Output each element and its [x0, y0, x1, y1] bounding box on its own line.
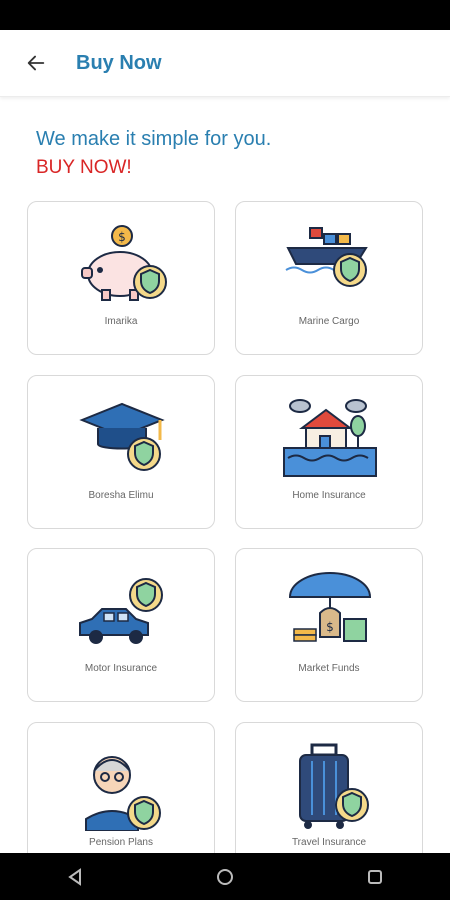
product-card-market-funds[interactable]: $ Market Funds — [235, 548, 423, 702]
svg-text:$: $ — [326, 620, 334, 634]
svg-text:$: $ — [118, 230, 126, 244]
nav-home-button[interactable] — [205, 857, 245, 897]
cargo-ship-shield-icon — [285, 227, 368, 287]
elderly-man-shield-icon — [85, 756, 161, 831]
product-label: Market Funds — [298, 663, 360, 674]
product-card-boresha-elimu[interactable]: Boresha Elimu — [27, 375, 215, 529]
piggy-bank-shield-icon: $ — [81, 225, 167, 301]
product-label: Pension Plans — [89, 837, 153, 848]
graduation-cap-shield-icon — [79, 402, 165, 471]
product-label: Marine Cargo — [298, 316, 360, 327]
product-label: Boresha Elimu — [88, 490, 154, 501]
product-card-home-insurance[interactable]: Home Insurance — [235, 375, 423, 529]
product-card-imarika[interactable]: $ Imarika — [27, 201, 215, 355]
product-label: Travel Insurance — [291, 837, 367, 848]
nav-recents-button[interactable] — [355, 857, 395, 897]
system-nav-bar — [0, 853, 450, 900]
nav-home-icon — [217, 868, 233, 885]
nav-back-button[interactable] — [55, 857, 95, 897]
house-flood-icon — [283, 399, 377, 477]
money-umbrella-icon: $ — [288, 572, 372, 642]
product-card-marine-cargo[interactable]: Marine Cargo — [235, 201, 423, 355]
product-label: Motor Insurance — [84, 663, 158, 674]
car-shield-icon — [79, 578, 163, 644]
product-label: Imarika — [104, 316, 138, 327]
product-label: Home Insurance — [292, 490, 366, 501]
luggage-shield-icon — [299, 743, 369, 829]
product-card-motor-insurance[interactable]: Motor Insurance — [27, 548, 215, 702]
product-grid: $ Imarika Marine Cargo Boresha Elimu Hom… — [0, 0, 450, 900]
nav-recents-icon — [368, 869, 382, 884]
nav-back-icon — [68, 867, 81, 886]
